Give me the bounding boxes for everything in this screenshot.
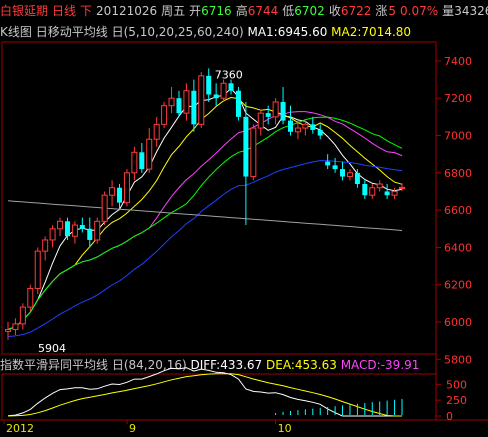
candle-body-up [376,183,383,189]
candle-body-down [384,191,390,196]
candle-body-up [250,127,257,178]
candle-body-up [19,306,26,325]
candle-body-up [153,123,160,140]
candle-body-down [235,90,241,117]
candle-body-down [139,152,145,170]
candle-body-down [340,169,346,177]
candle-body-up [294,127,301,133]
macd-tick-label: 250 [446,394,467,407]
candle-body-down [325,161,331,166]
candle-body-down [206,75,212,95]
candle-body-up [27,287,34,308]
macd-panel-frame [1,373,437,421]
candle-body-down [191,90,197,125]
candle-body-up [346,172,353,178]
candle-body-down [79,225,85,229]
candle-body-up [94,220,101,241]
kline-chart[interactable]: 7400 7200 7000 6800 6600 6400 6200 6000 5800 500… [0,0,488,437]
candle-body-up [5,328,11,332]
candle-body-up [220,82,227,99]
candle-body-down [117,187,123,203]
moving-average-lines [7,87,403,338]
candle-body-up [12,323,19,330]
candle-body-down [280,101,286,121]
price-tick-label: 7400 [444,55,472,68]
candle-body-up [183,90,190,114]
candle-body-up [123,172,130,204]
candle-body-up [71,224,78,237]
candle-body-up [34,250,41,289]
candle-body-down [64,221,70,237]
candle-body-up [391,190,398,196]
time-tick-label: 9 [129,422,136,435]
candle-body-up [42,239,49,252]
candle-body-up [131,151,138,174]
candle-body-down [213,94,219,99]
candle-body-up [57,220,64,230]
price-tick-label: 6600 [444,204,472,217]
price-tick-label: 5800 [444,353,472,366]
macd-panel: 500 250 0 [7,367,467,423]
ma10-line [7,96,403,330]
price-tick-label: 7000 [444,130,472,143]
candle-body-up [272,101,279,118]
macd-tick-label: 0 [446,410,453,423]
high-annotation: 7360 [215,68,243,81]
price-tick-label: 6800 [444,167,472,180]
low-annotation: 5904 [38,342,66,355]
candle-body-up [302,123,309,129]
candle-body-down [228,83,234,91]
candle-body-up [101,194,108,222]
price-tick-label: 6000 [444,316,472,329]
price-tick-label: 6200 [444,279,472,292]
candle-body-up [168,97,175,107]
candle-body-down [287,120,293,132]
candle-body-up [161,105,168,125]
candlestick-series [5,68,405,340]
candle-body-up [49,228,56,241]
price-tick-label: 6400 [444,241,472,254]
price-axis: 7400 7200 7000 6800 6600 6400 6200 6000 5800 [436,55,472,366]
candle-body-down [87,228,93,240]
price-tick-label: 7200 [444,92,472,105]
candle-body-down [317,129,323,136]
candle-body-down [310,124,316,130]
time-tick-label: 2012 [6,422,34,435]
macd-tick-label: 500 [446,378,467,391]
candle-body-up [399,186,405,189]
time-axis: 2012 9 10 [3,420,292,435]
candle-body-down [362,184,368,196]
candle-body-down [176,98,182,114]
candle-body-down [243,116,249,177]
candle-body-up [109,187,116,196]
candle-body-down [332,165,338,170]
candle-body-up [146,138,153,170]
time-tick-label: 10 [278,422,292,435]
ma60-line [7,160,403,338]
candle-body-up [257,112,264,129]
candle-body-down [354,172,360,185]
candle-body-up [198,75,205,125]
candle-body-down [265,113,271,117]
candle-body-up [369,187,376,196]
